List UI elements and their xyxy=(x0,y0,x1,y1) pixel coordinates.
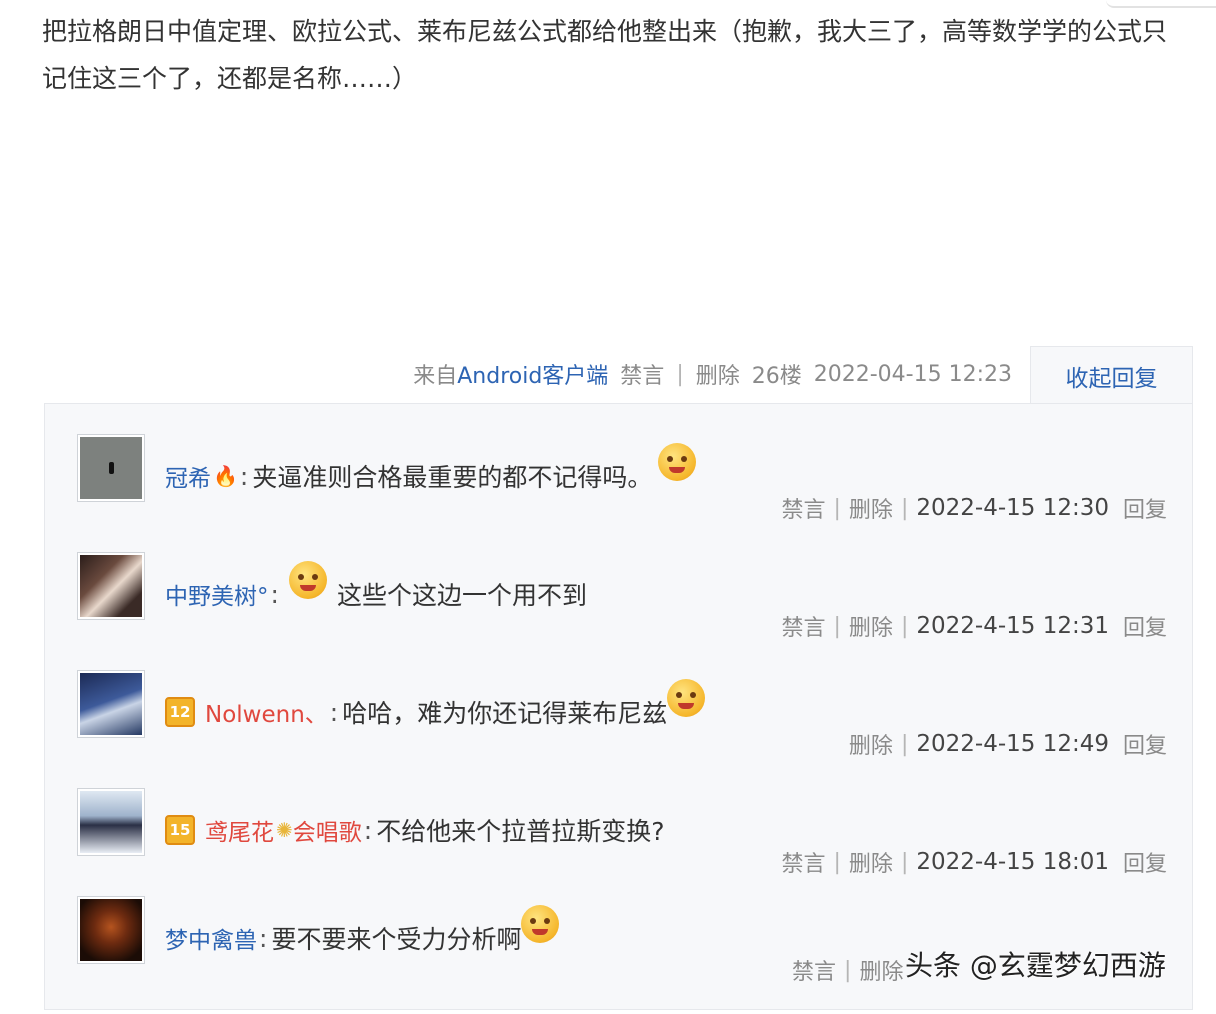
reply-date: 2022-4-15 12:49 xyxy=(916,731,1109,757)
post-meta-bar: 来自Android客户端 禁言 | 删除 26楼 2022-04-15 12:2… xyxy=(0,356,1030,392)
reply-line: 冠希 🔥 : 夹逼准则合格最重要的都不记得吗。 xyxy=(165,443,697,496)
post-content: 把拉格朗日中值定理、欧拉公式、莱布尼兹公式都给他整出来（抱歉，我大三了，高等数学… xyxy=(42,17,1168,93)
delete-link[interactable]: 删除 xyxy=(859,954,903,986)
delete-link[interactable]: 删除 xyxy=(849,846,893,878)
delete-link[interactable]: 删除 xyxy=(849,492,893,524)
ban-link[interactable]: 禁言 xyxy=(781,492,825,524)
reply-button[interactable]: 回复 xyxy=(1123,610,1167,642)
reply-button[interactable]: 回复 xyxy=(1123,492,1167,524)
delete-link[interactable]: 删除 xyxy=(849,728,893,760)
reply-item: 12 Nolwenn、 : 哈哈，难为你还记得莱布尼兹 删除 | 2022-4-… xyxy=(77,670,1167,788)
reply-item: 中野美树° : 这些个这边一个用不到 禁言 | 删除 | 2022-4-15 1… xyxy=(77,552,1167,670)
colon: : xyxy=(239,461,249,491)
reply-date: 2022-4-15 18:01 xyxy=(916,849,1109,875)
vip-badge-icon: 15 xyxy=(165,815,195,845)
divider: | xyxy=(676,361,684,387)
fire-icon: 🔥 xyxy=(213,464,238,488)
avatar[interactable] xyxy=(77,670,145,738)
colon: : xyxy=(329,697,339,727)
client-link[interactable]: Android客户端 xyxy=(457,364,608,389)
avatar[interactable] xyxy=(77,434,145,502)
username-tail[interactable]: 会唱歌 xyxy=(293,813,362,847)
reply-content: 夹逼准则合格最重要的都不记得吗。 xyxy=(252,463,653,492)
post-datetime: 2022-04-15 12:23 xyxy=(813,361,1012,387)
reply-actions: 禁言 | 删除 xyxy=(792,954,903,986)
laughing-face-icon xyxy=(667,679,706,717)
divider: | xyxy=(833,495,841,521)
avatar-image xyxy=(80,555,142,617)
username-link[interactable]: 中野美树° xyxy=(165,577,269,611)
reply-content: 要不要来个受力分析啊 xyxy=(271,925,522,954)
avatar-image xyxy=(80,791,142,853)
reply-actions: 禁言 | 删除 | 2022-4-15 12:30 回复 xyxy=(781,492,1167,524)
avatar[interactable] xyxy=(77,896,145,964)
reply-actions: 禁言 | 删除 | 2022-4-15 12:31 回复 xyxy=(781,610,1167,642)
reply-date: 2022-4-15 12:30 xyxy=(916,495,1109,521)
reply-content: 哈哈，难为你还记得莱布尼兹 xyxy=(342,699,668,728)
divider: | xyxy=(833,613,841,639)
floor-number: 26楼 xyxy=(751,364,802,389)
reply-line: 梦中禽兽 : 要不要来个受力分析啊 xyxy=(165,905,560,958)
divider: | xyxy=(833,849,841,875)
divider: | xyxy=(900,731,909,757)
delete-link[interactable]: 删除 xyxy=(849,610,893,642)
collapse-replies-button[interactable]: 收起回复 xyxy=(1030,346,1193,404)
ban-link[interactable]: 禁言 xyxy=(620,358,664,390)
sun-icon: ✺ xyxy=(276,818,293,842)
reply-content: 这些个这边一个用不到 xyxy=(336,581,587,610)
colon: : xyxy=(363,815,373,845)
vip-badge-icon: 12 xyxy=(165,697,195,727)
reply-button[interactable]: 回复 xyxy=(1123,846,1167,878)
username-link[interactable]: 梦中禽兽 xyxy=(165,921,257,955)
colon: : xyxy=(270,579,279,609)
sweat-face-icon xyxy=(288,561,327,599)
reply-item: 冠希 🔥 : 夹逼准则合格最重要的都不记得吗。 禁言 | 删除 | 2022-4… xyxy=(77,434,1167,552)
avatar[interactable] xyxy=(77,788,145,856)
divider: | xyxy=(900,613,909,639)
colon: : xyxy=(259,923,268,953)
avatar-image xyxy=(80,437,142,499)
watermark: 头条 @玄霆梦幻西游 xyxy=(905,949,1166,982)
reply-date: 2022-4-15 12:31 xyxy=(916,613,1109,639)
grimace-face-icon xyxy=(521,905,560,943)
username-link[interactable]: Nolwenn、 xyxy=(205,695,328,729)
angry-face-icon xyxy=(658,443,697,481)
delete-link[interactable]: 删除 xyxy=(696,358,740,390)
ban-link[interactable]: 禁言 xyxy=(781,846,825,878)
username-link[interactable]: 鸢尾花 xyxy=(205,813,274,847)
reply-line: 中野美树° : 这些个这边一个用不到 xyxy=(165,561,587,614)
reply-line: 12 Nolwenn、 : 哈哈，难为你还记得莱布尼兹 xyxy=(165,679,706,732)
ban-link[interactable]: 禁言 xyxy=(792,954,836,986)
reply-actions: 禁言 | 删除 | 2022-4-15 18:01 回复 xyxy=(781,846,1167,878)
reply-content: 不给他来个拉普拉斯变换? xyxy=(376,817,665,846)
reply-actions: 删除 | 2022-4-15 12:49 回复 xyxy=(849,728,1167,760)
divider: | xyxy=(900,495,909,521)
reply-button[interactable]: 回复 xyxy=(1123,728,1167,760)
divider: | xyxy=(844,957,852,983)
top-corner-decoration xyxy=(1106,0,1216,8)
avatar[interactable] xyxy=(77,552,145,620)
username-link[interactable]: 冠希 xyxy=(165,459,211,493)
avatar-image xyxy=(80,673,142,735)
avatar-image xyxy=(80,899,142,961)
reply-item: 15 鸢尾花 ✺ 会唱歌 : 不给他来个拉普拉斯变换? 禁言 | 删除 | 20… xyxy=(77,788,1167,906)
reply-list: 冠希 🔥 : 夹逼准则合格最重要的都不记得吗。 禁言 | 删除 | 2022-4… xyxy=(44,403,1193,1010)
ban-link[interactable]: 禁言 xyxy=(781,610,825,642)
divider: | xyxy=(900,849,909,875)
reply-line: 15 鸢尾花 ✺ 会唱歌 : 不给他来个拉普拉斯变换? xyxy=(165,810,664,850)
client-info: 来自Android客户端 xyxy=(413,358,608,390)
client-prefix: 来自 xyxy=(413,364,458,389)
